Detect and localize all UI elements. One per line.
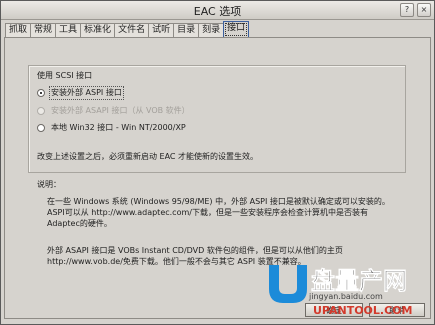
aspi-radio[interactable] bbox=[37, 89, 45, 97]
tab-audition[interactable]: 试听 bbox=[148, 23, 175, 37]
title-bar: EAC 选项 ? × bbox=[1, 1, 434, 20]
tab-directories[interactable]: 目录 bbox=[173, 23, 200, 37]
tab-interface[interactable]: 接口 bbox=[223, 21, 250, 38]
eac-options-window: EAC 选项 ? × 抓取 常规 工具 标准化 文件名 试听 目录 刻录 接口 … bbox=[0, 0, 435, 325]
note1-line3: Adaptec的硬件。 bbox=[47, 219, 112, 228]
tab-write[interactable]: 刻录 bbox=[198, 23, 225, 37]
restart-note: 改变上述设置之后，必须重新启动 EAC 才能使新的设置生效。 bbox=[37, 152, 259, 161]
window-title: EAC 选项 bbox=[193, 5, 242, 18]
help-button[interactable]: ? bbox=[400, 3, 414, 17]
tab-extraction[interactable]: 抓取 bbox=[5, 23, 32, 37]
options-tabs: 抓取 常规 工具 标准化 文件名 试听 目录 刻录 接口 bbox=[5, 21, 250, 38]
watermark-site: jingyan.baidu.com bbox=[308, 292, 383, 301]
upantool-watermark-logo: 盘量产网 jingyan.baidu.com UPANTOOL.COM bbox=[269, 265, 412, 317]
close-button[interactable]: × bbox=[417, 3, 431, 17]
win32-radio[interactable] bbox=[37, 124, 45, 132]
asapi-radio[interactable] bbox=[37, 107, 45, 115]
tab-normalize[interactable]: 标准化 bbox=[80, 23, 116, 37]
asapi-option-label: 安装外部 ASAPI 接口（从 VOB 软件） bbox=[51, 106, 190, 115]
watermark-title: 盘量产网 bbox=[311, 267, 407, 295]
tab-tools[interactable]: 工具 bbox=[55, 23, 82, 37]
scsi-group-label: 使用 SCSI 接口 bbox=[37, 71, 93, 80]
note1-line2: ASPI可以从 http://www.adaptec.com/下载，但是一些安装… bbox=[47, 208, 368, 217]
window-controls: ? × bbox=[400, 3, 431, 17]
note1-line1: 在一些 Windows 系统 (Windows 95/98/ME) 中，外部 A… bbox=[47, 197, 390, 206]
win32-option-label[interactable]: 本地 Win32 接口 - Win NT/2000/XP bbox=[51, 123, 186, 133]
watermark-domain: UPANTOOL.COM bbox=[313, 304, 412, 317]
tab-general[interactable]: 常规 bbox=[30, 23, 57, 37]
aspi-option-label[interactable]: 安装外部 ASPI 接口 bbox=[49, 86, 124, 100]
notes-heading: 说明： bbox=[37, 180, 61, 189]
tab-filename[interactable]: 文件名 bbox=[114, 23, 150, 37]
u-logo-mark bbox=[269, 265, 307, 303]
